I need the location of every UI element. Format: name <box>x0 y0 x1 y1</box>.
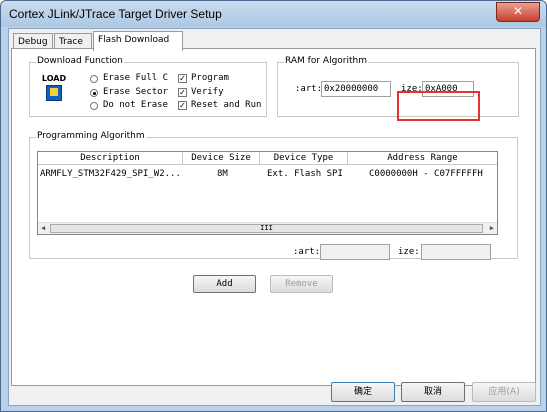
load-icon-chip <box>46 85 62 101</box>
tab-label: Trace <box>59 37 83 47</box>
close-icon: ✕ <box>512 4 524 18</box>
do-not-erase-radio[interactable] <box>90 102 98 110</box>
reset-and-run-label: Reset and Run <box>191 100 262 110</box>
group-label: Programming Algorithm <box>36 131 146 141</box>
scroll-left-icon[interactable]: ◀ <box>41 224 45 232</box>
erase-sector-label: Erase Sector <box>103 87 169 97</box>
add-button[interactable]: Add <box>193 275 256 293</box>
load-icon-text: LOAD <box>40 73 68 85</box>
cell-device-type: Ext. Flash SPI <box>267 169 343 179</box>
column-header-description[interactable]: Description <box>38 152 183 165</box>
remove-button[interactable]: Remove <box>270 275 333 293</box>
reset-and-run-checkbox[interactable]: ✓ <box>178 101 187 110</box>
highlight-box <box>397 91 480 121</box>
column-header-device-type[interactable]: Device Type <box>260 152 348 165</box>
download-function-group: Download Function LOAD Erase Full C Eras… <box>29 56 267 117</box>
ram-start-input[interactable]: 0x20000000 <box>321 81 391 97</box>
algo-size-input[interactable] <box>421 244 491 260</box>
program-label: Program <box>191 73 229 83</box>
tab-flash-download[interactable]: Flash Download <box>93 31 183 51</box>
flash-download-panel: Download Function LOAD Erase Full C Eras… <box>11 48 536 386</box>
dialog-client: Debug Trace Flash Download Download Func… <box>8 28 541 406</box>
cell-device-size: 8M <box>217 169 228 179</box>
title-bar[interactable]: Cortex JLink/JTrace Target Driver Setup … <box>1 1 546 27</box>
close-button[interactable]: ✕ <box>496 2 540 22</box>
load-icon: LOAD <box>40 73 68 103</box>
tab-label: Debug <box>18 37 48 47</box>
ram-start-label: :art: <box>295 84 323 94</box>
scroll-grip: III <box>260 224 273 232</box>
dialog-window: Cortex JLink/JTrace Target Driver Setup … <box>0 0 547 412</box>
algo-size-label: ize: <box>398 247 420 257</box>
apply-button[interactable]: 应用(A) <box>472 382 536 402</box>
scroll-thumb[interactable]: III <box>50 224 483 233</box>
verify-checkbox[interactable]: ✓ <box>178 88 187 97</box>
scroll-right-icon[interactable]: ▶ <box>490 224 494 232</box>
column-header-device-size[interactable]: Device Size <box>183 152 260 165</box>
do-not-erase-label: Do not Erase <box>103 100 169 110</box>
verify-label: Verify <box>191 87 224 97</box>
cell-description: ARMFLY_STM32F429_SPI_W2... <box>40 169 181 179</box>
algo-start-label: :art: <box>293 247 321 257</box>
program-checkbox[interactable]: ✓ <box>178 74 187 83</box>
group-label: Download Function <box>36 56 124 66</box>
column-header-address-range[interactable]: Address Range <box>348 152 497 165</box>
cell-address-range: C0000000H - C07FFFFFH <box>369 169 483 179</box>
erase-full-chip-label: Erase Full C <box>103 73 169 83</box>
horizontal-scrollbar[interactable]: ◀ III ▶ <box>38 222 497 234</box>
erase-sector-radio[interactable] <box>90 89 98 97</box>
tab-label: Flash Download <box>98 35 170 45</box>
ok-button[interactable]: 确定 <box>331 382 395 402</box>
erase-full-chip-radio[interactable] <box>90 75 98 83</box>
algo-start-input[interactable] <box>320 244 390 260</box>
group-label: RAM for Algorithm <box>284 56 368 66</box>
cancel-button[interactable]: 取消 <box>401 382 465 402</box>
window-title: Cortex JLink/JTrace Target Driver Setup <box>9 7 222 21</box>
algorithm-table: Description Device Size Device Type Addr… <box>37 151 498 235</box>
load-icon-arrow <box>50 88 58 96</box>
